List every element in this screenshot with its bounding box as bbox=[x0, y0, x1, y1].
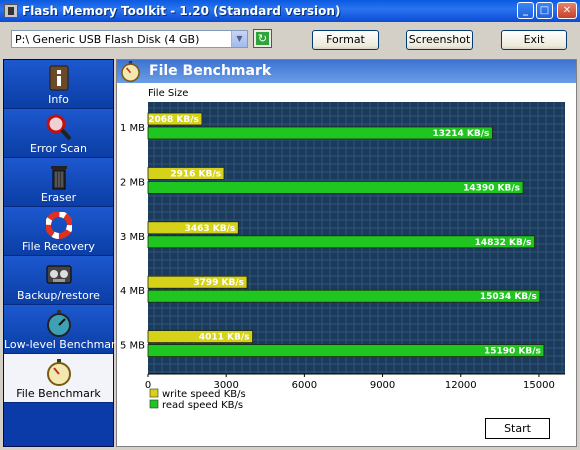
tape-icon bbox=[46, 265, 72, 284]
benchmark-chart: File Size 1 MB2068 KB/s 13214 KB/s 2 MB 2916… bbox=[120, 88, 565, 411]
sidebar-item-info[interactable]: Info bbox=[4, 60, 113, 109]
sidebar-item-error-scan[interactable]: Error Scan bbox=[4, 109, 113, 158]
magnifier-icon bbox=[46, 114, 72, 141]
legend-swatch bbox=[149, 388, 159, 398]
bar-value-label: 15034 KB/s bbox=[480, 292, 537, 302]
sidebar-item-label: File Benchmark bbox=[16, 387, 101, 400]
x-tick-label: 6000 bbox=[292, 380, 317, 391]
x-tick-label: 12000 bbox=[445, 380, 477, 391]
category-label: 4 MB bbox=[120, 286, 145, 297]
x-tick-label: 9000 bbox=[370, 380, 395, 391]
trash-icon bbox=[51, 166, 67, 190]
bar-value-label: 4011 KB/s bbox=[199, 333, 250, 343]
bar-value-label: 2068 KB/s bbox=[148, 115, 199, 125]
sidebar-item-label: Error Scan bbox=[29, 142, 88, 155]
refresh-button[interactable]: ↻ bbox=[253, 29, 272, 48]
sidebar-item-label: Low-level Benchmark bbox=[4, 338, 122, 351]
bar-value-label: 14390 KB/s bbox=[463, 183, 520, 193]
x-tick-label: 15000 bbox=[523, 380, 555, 391]
sidebar-item-label: Backup/restore bbox=[17, 289, 100, 302]
bar-value-label: 13214 KB/s bbox=[432, 129, 489, 139]
start-button[interactable]: Start bbox=[485, 418, 550, 439]
sidebar-item-label: File Recovery bbox=[22, 240, 95, 253]
category-label: 5 MB bbox=[120, 341, 145, 352]
sidebar: Info Error Scan Eraser File Recovery Bac… bbox=[3, 59, 122, 447]
bar-value-label: 2916 KB/s bbox=[170, 169, 221, 179]
bar-value-label: 3463 KB/s bbox=[185, 224, 236, 234]
bar-value-label: 14832 KB/s bbox=[475, 238, 532, 248]
refresh-icon: ↻ bbox=[256, 32, 269, 45]
stopwatch-icon bbox=[47, 310, 71, 337]
stopwatch-icon bbox=[121, 61, 140, 82]
exit-button[interactable]: Exit bbox=[501, 30, 567, 50]
bar-value-label: 3799 KB/s bbox=[193, 278, 244, 288]
sidebar-item-label: Eraser bbox=[40, 191, 77, 204]
stopwatch-icon bbox=[47, 359, 71, 386]
category-label: 3 MB bbox=[120, 232, 145, 243]
info-icon bbox=[49, 65, 69, 91]
bar-value-label: 15190 KB/s bbox=[484, 347, 541, 357]
legend-label: write speed KB/s bbox=[162, 389, 246, 400]
sidebar-item-file-recovery[interactable]: File Recovery bbox=[4, 207, 113, 256]
screenshot-button[interactable]: Screenshot bbox=[406, 30, 473, 50]
close-button[interactable]: ✕ bbox=[557, 2, 577, 19]
sidebar-item-label: Info bbox=[48, 93, 69, 106]
y-axis-title: File Size bbox=[148, 88, 188, 99]
panel-header: File Benchmark bbox=[117, 60, 576, 83]
sidebar-item-eraser[interactable]: Eraser bbox=[4, 158, 113, 207]
minimize-button[interactable]: _ bbox=[517, 2, 534, 19]
app-window: Flash Memory Toolkit - 1.20 (Standard ve… bbox=[0, 0, 580, 450]
app-icon[interactable] bbox=[4, 4, 18, 18]
lifebuoy-icon bbox=[46, 212, 72, 239]
legend-swatch bbox=[149, 399, 159, 409]
drive-select[interactable]: P:\ Generic USB Flash Disk (4 GB) ▼ bbox=[11, 30, 248, 48]
maximize-button[interactable]: □ bbox=[536, 2, 553, 19]
page-title: File Benchmark bbox=[149, 63, 272, 79]
legend-label: read speed KB/s bbox=[162, 400, 243, 411]
main-panel: File Benchmark File Size 1 MB 2068 KB/s 132… bbox=[116, 59, 577, 447]
sidebar-item-backup-restore[interactable]: Backup/restore bbox=[4, 256, 113, 305]
title-bar: Flash Memory Toolkit - 1.20 (Standard ve… bbox=[0, 0, 580, 22]
category-label: 2 MB bbox=[120, 177, 145, 188]
window-title: Flash Memory Toolkit - 1.20 (Standard ve… bbox=[22, 4, 341, 18]
sidebar-item-low-level-benchmark[interactable]: Low-level Benchmark bbox=[4, 305, 122, 354]
drive-select-value: P:\ Generic USB Flash Disk (4 GB) bbox=[15, 33, 200, 46]
chevron-down-icon[interactable]: ▼ bbox=[231, 31, 247, 47]
sidebar-item-file-benchmark[interactable]: File Benchmark bbox=[4, 354, 113, 403]
category-label: 1 MB bbox=[120, 123, 145, 134]
format-button[interactable]: Format bbox=[312, 30, 379, 50]
